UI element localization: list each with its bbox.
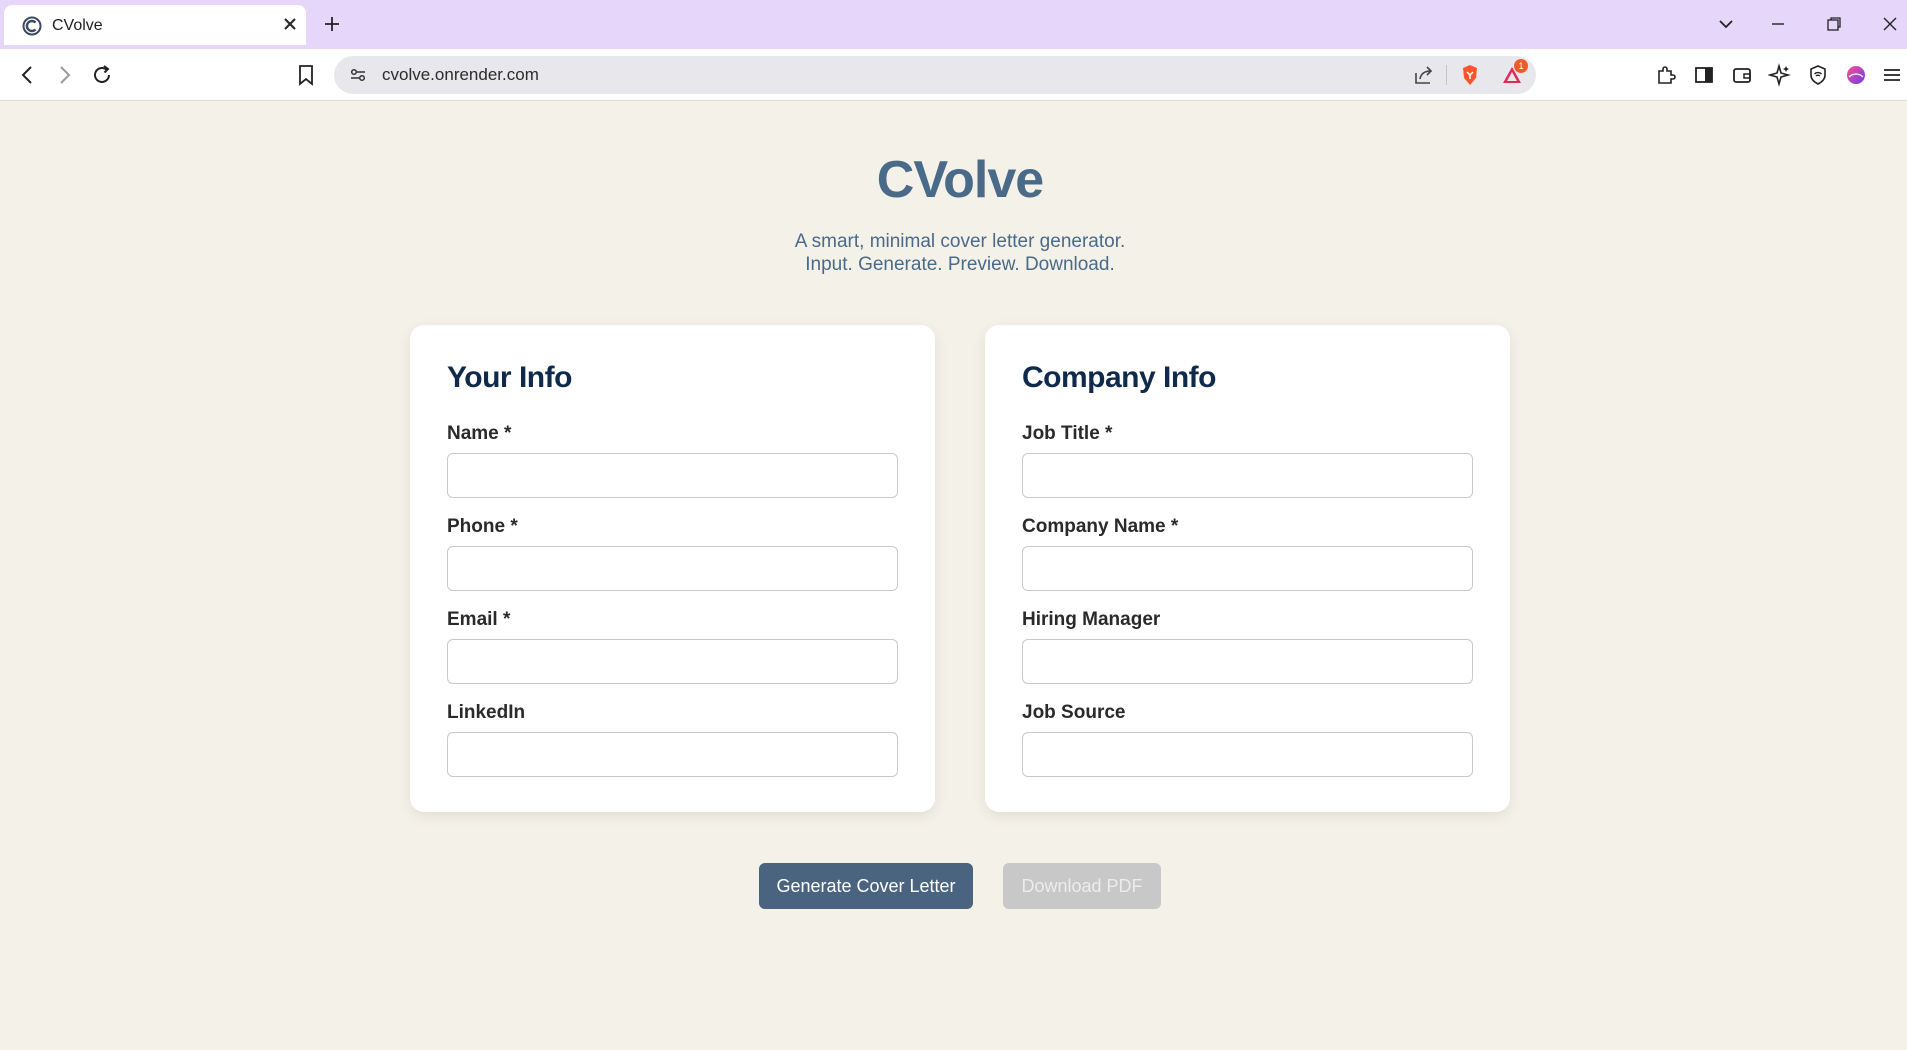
- linkedin-label: LinkedIn: [447, 702, 526, 723]
- vpn-icon[interactable]: [1806, 63, 1830, 87]
- job-source-input[interactable]: [1022, 732, 1473, 777]
- close-tab-icon[interactable]: [280, 14, 300, 34]
- linkedin-input[interactable]: [447, 732, 898, 777]
- tagline-line-2: Input. Generate. Preview. Download.: [805, 254, 1115, 275]
- browser-tab-strip: CVolve: [0, 0, 1907, 49]
- new-tab-icon[interactable]: [322, 14, 342, 34]
- company-name-label: Company Name *: [1022, 516, 1179, 537]
- back-arrow-icon[interactable]: [16, 63, 40, 87]
- company-info-card: Company Info Job Title * Company Name * …: [985, 325, 1510, 812]
- rewards-notification-badge: 1: [1514, 59, 1528, 73]
- job-title-label: Job Title *: [1022, 423, 1113, 444]
- tab-search-chevron-icon[interactable]: [1716, 14, 1736, 34]
- browser-toolbar: cvolve.onrender.com 1: [0, 49, 1907, 101]
- close-window-icon[interactable]: [1880, 14, 1900, 34]
- page-content: CVolve A smart, minimal cover letter gen…: [0, 102, 1907, 1050]
- brave-shields-icon[interactable]: [1458, 63, 1482, 87]
- urlbar-divider: [1446, 65, 1447, 85]
- app-tagline: A smart, minimal cover letter generator.…: [0, 230, 1907, 276]
- menu-hamburger-icon[interactable]: [1880, 63, 1904, 87]
- forward-arrow-icon[interactable]: [52, 63, 76, 87]
- minimize-icon[interactable]: [1768, 14, 1788, 34]
- company-name-input[interactable]: [1022, 546, 1473, 591]
- email-label: Email *: [447, 609, 511, 630]
- hiring-manager-label: Hiring Manager: [1022, 609, 1161, 630]
- site-settings-icon[interactable]: [346, 63, 370, 87]
- job-source-label: Job Source: [1022, 702, 1126, 723]
- job-title-input[interactable]: [1022, 453, 1473, 498]
- phone-label: Phone *: [447, 516, 518, 537]
- your-info-heading: Your Info: [447, 361, 572, 394]
- bookmark-icon[interactable]: [294, 63, 318, 87]
- name-input[interactable]: [447, 453, 898, 498]
- url-text: cvolve.onrender.com: [382, 65, 539, 84]
- download-pdf-button[interactable]: Download PDF: [1003, 863, 1161, 909]
- email-input[interactable]: [447, 639, 898, 684]
- browser-tab-active[interactable]: CVolve: [4, 5, 306, 45]
- generate-cover-letter-button[interactable]: Generate Cover Letter: [759, 863, 973, 909]
- name-label: Name *: [447, 423, 512, 444]
- tagline-line-1: A smart, minimal cover letter generator.: [794, 231, 1126, 252]
- hiring-manager-input[interactable]: [1022, 639, 1473, 684]
- your-info-card: Your Info Name * Phone * Email * LinkedI…: [410, 325, 935, 812]
- sidebar-icon[interactable]: [1692, 63, 1716, 87]
- tab-title: CVolve: [52, 17, 103, 34]
- app-title: CVolve: [876, 151, 1044, 209]
- reload-icon[interactable]: [90, 63, 114, 87]
- leo-ai-icon[interactable]: [1767, 63, 1792, 87]
- share-icon[interactable]: [1412, 63, 1436, 87]
- site-favicon-icon: [22, 16, 42, 36]
- address-bar[interactable]: cvolve.onrender.com 1: [334, 56, 1536, 94]
- company-info-heading: Company Info: [1022, 361, 1217, 394]
- profile-avatar-icon[interactable]: [1844, 63, 1868, 87]
- extensions-icon[interactable]: [1654, 63, 1678, 87]
- wallet-icon[interactable]: [1730, 63, 1754, 87]
- phone-input[interactable]: [447, 546, 898, 591]
- restore-icon[interactable]: [1824, 14, 1844, 34]
